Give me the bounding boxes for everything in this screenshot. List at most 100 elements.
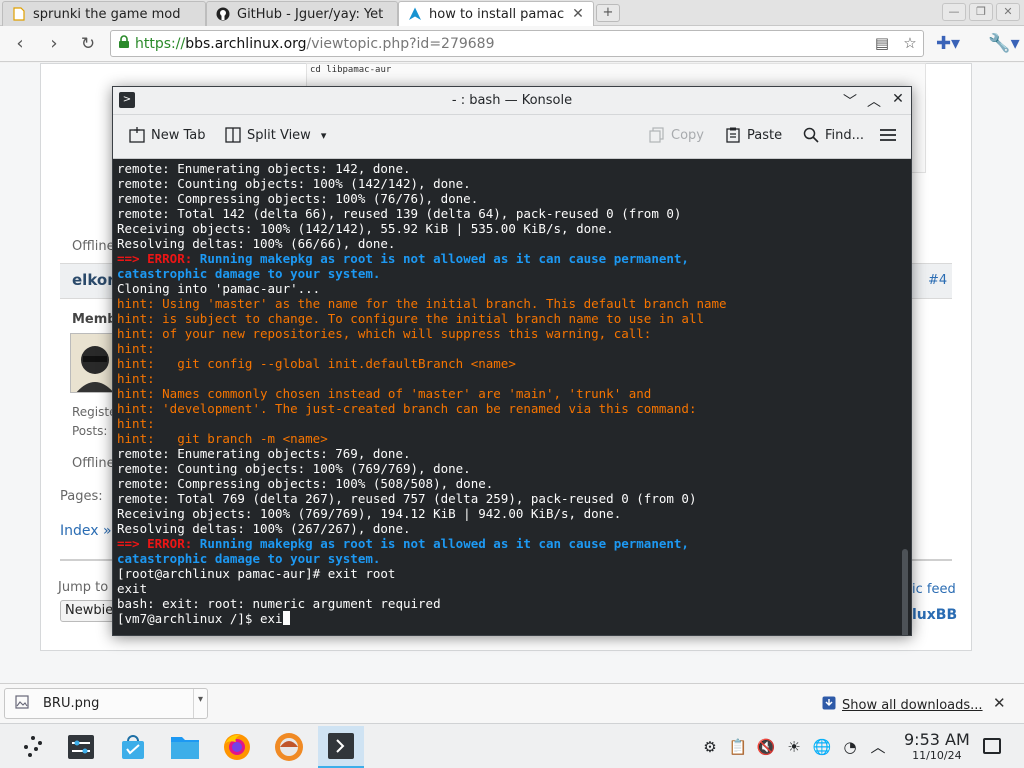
- tools-wrench-icon[interactable]: 🔧▾: [988, 32, 1020, 56]
- post-author[interactable]: elkor: [72, 271, 115, 289]
- error-label: ERROR:: [147, 251, 193, 266]
- tab-github[interactable]: GitHub - Jguer/yay: Yet: [206, 1, 398, 26]
- bookmark-star-icon[interactable]: ☆: [901, 34, 919, 52]
- terminal-line: remote: Compressing objects: 100% (508/5…: [117, 476, 494, 491]
- back-arrow-icon[interactable]: ‹: [8, 32, 32, 56]
- terminal-line: hint: Names commonly chosen instead of '…: [117, 386, 652, 401]
- avatar: [70, 333, 116, 393]
- terminal-output[interactable]: remote: Enumerating objects: 142, done. r…: [113, 159, 911, 635]
- network-icon[interactable]: 🌐: [811, 738, 833, 756]
- jump-to-label: Jump to: [58, 580, 109, 595]
- maximize-icon[interactable]: ︿: [867, 91, 881, 111]
- terminal-line: Receiving objects: 100% (769/769), 194.1…: [117, 506, 622, 521]
- brightness-icon[interactable]: ☀: [783, 738, 805, 756]
- kde-connect-icon[interactable]: ⚙: [699, 738, 721, 756]
- close-downloads-bar-icon[interactable]: ✕: [993, 694, 1006, 712]
- copy-label: Copy: [671, 127, 704, 143]
- terminal-line: catastrophic damage to your system.: [117, 266, 381, 281]
- chevron-down-icon[interactable]: ▾: [193, 689, 207, 718]
- paste-label: Paste: [747, 127, 783, 143]
- text-cursor: [282, 611, 290, 625]
- paste-icon: [725, 127, 741, 143]
- terminal-line: Cloning into 'pamac-aur'...: [117, 281, 321, 296]
- show-all-downloads[interactable]: Show all downloads...: [822, 696, 983, 714]
- system-settings-icon[interactable]: [58, 726, 104, 768]
- reload-icon[interactable]: ↻: [76, 32, 100, 56]
- close-tab-icon[interactable]: ✕: [571, 6, 585, 22]
- tab-label: sprunki the game mod: [33, 6, 181, 22]
- post-number[interactable]: #4: [928, 273, 947, 288]
- terminal-line: hint: git branch -m <name>: [117, 431, 328, 446]
- new-tab-button[interactable]: +: [596, 4, 620, 22]
- error-message: Running makepkg as root is not allowed a…: [192, 251, 689, 266]
- tab-pamac[interactable]: how to install pamac or ✕: [398, 1, 594, 26]
- terminal-line: remote: Counting objects: 100% (142/142)…: [117, 176, 471, 191]
- terminal-line: Resolving deltas: 100% (267/267), done.: [117, 521, 411, 536]
- forward-arrow-icon[interactable]: ›: [42, 32, 66, 56]
- feed-link[interactable]: ic feed: [912, 582, 956, 597]
- downloads-bar: BRU.png ▾ Show all downloads... ✕: [0, 683, 1024, 723]
- prompt-input[interactable]: [vm7@archlinux /]$ exi: [117, 611, 283, 626]
- terminal-line: remote: Compressing objects: 100% (76/76…: [117, 191, 479, 206]
- terminal-line: remote: Total 769 (delta 267), reused 75…: [117, 491, 697, 506]
- terminal-line: remote: Enumerating objects: 142, done.: [117, 161, 411, 176]
- terminal-line: hint: is subject to change. To configure…: [117, 311, 704, 326]
- terminal-line: hint:: [117, 341, 155, 356]
- image-file-icon: [11, 694, 33, 713]
- url-host: bbs.archlinux.org: [185, 35, 307, 52]
- terminal-line: remote: Total 142 (delta 66), reused 139…: [117, 206, 682, 221]
- error-arrow: ==>: [117, 536, 140, 551]
- application-launcher-icon[interactable]: [10, 726, 56, 768]
- file-manager-icon[interactable]: [162, 726, 208, 768]
- registered-label: Registe: [72, 405, 117, 419]
- discover-store-icon[interactable]: [110, 726, 156, 768]
- fluxbb-link[interactable]: luxBB: [912, 607, 957, 623]
- document-icon: [11, 6, 27, 22]
- hamburger-menu-icon[interactable]: [879, 127, 897, 143]
- system-tray: ⚙ 📋 🔇 ☀ 🌐 ◔ ︿: [696, 724, 892, 768]
- offline-status-2: Offline: [72, 456, 115, 471]
- index-link[interactable]: Index »: [60, 523, 112, 539]
- find-button[interactable]: Find...: [803, 127, 864, 143]
- new-tab-button[interactable]: New Tab: [129, 127, 206, 143]
- konsole-icon[interactable]: [318, 726, 364, 768]
- copy-icon: [649, 127, 665, 143]
- browser-nav-bar: ‹ › ↻ https:// bbs.archlinux.org /viewto…: [0, 26, 1024, 62]
- terminal-line: Resolving deltas: 100% (66/66), done.: [117, 236, 396, 251]
- close-icon[interactable]: ✕: [891, 91, 905, 111]
- show-all-downloads-link[interactable]: Show all downloads...: [842, 698, 983, 713]
- download-item[interactable]: BRU.png ▾: [4, 688, 208, 719]
- terminal-line: hint:: [117, 416, 155, 431]
- paste-button[interactable]: Paste: [725, 127, 782, 143]
- terminal-line: Receiving objects: 100% (142/142), 55.92…: [117, 221, 614, 236]
- minimize-window-button[interactable]: —: [942, 3, 966, 21]
- minimize-icon[interactable]: ﹀: [843, 91, 857, 111]
- terminal-line: hint: of your new repositories, which wi…: [117, 326, 652, 341]
- tab-sprunki[interactable]: sprunki the game mod: [2, 1, 206, 26]
- code-snippet: cd libpamac-aur: [310, 65, 392, 75]
- offline-status: Offline: [72, 239, 115, 254]
- clipboard-icon[interactable]: 📋: [727, 738, 749, 756]
- extensions-icon[interactable]: ✚▾: [932, 32, 964, 56]
- terminal-line: hint: git config --global init.defaultBr…: [117, 356, 516, 371]
- close-window-button[interactable]: ✕: [996, 3, 1020, 21]
- firefox-icon[interactable]: [214, 726, 260, 768]
- konsole-window[interactable]: > - : bash — Konsole ﹀ ︿ ✕ New Tab Split…: [112, 86, 912, 636]
- window-title: - : bash — Konsole: [451, 93, 573, 108]
- show-desktop-icon[interactable]: [983, 738, 1001, 754]
- clock-date: 11/10/24: [912, 749, 962, 762]
- split-view-button[interactable]: Split View ▾: [225, 127, 326, 143]
- chevron-up-icon[interactable]: ︿: [867, 736, 889, 757]
- clock[interactable]: 9:53 AM 11/10/24: [904, 731, 970, 763]
- copy-button[interactable]: Copy: [649, 127, 704, 143]
- browser-app-icon[interactable]: [266, 726, 312, 768]
- error-label: ERROR:: [147, 536, 193, 551]
- updates-icon[interactable]: ◔: [839, 738, 861, 756]
- reader-view-icon[interactable]: ▤: [873, 34, 891, 52]
- maximize-window-button[interactable]: ❐: [969, 3, 993, 21]
- url-bar[interactable]: https:// bbs.archlinux.org /viewtopic.ph…: [110, 30, 924, 57]
- konsole-titlebar[interactable]: > - : bash — Konsole ﹀ ︿ ✕: [113, 87, 911, 115]
- terminal-line: ==> ERROR: Running makepkg as root is no…: [117, 536, 727, 551]
- volume-muted-icon[interactable]: 🔇: [755, 738, 777, 756]
- terminal-scrollbar[interactable]: [902, 549, 908, 635]
